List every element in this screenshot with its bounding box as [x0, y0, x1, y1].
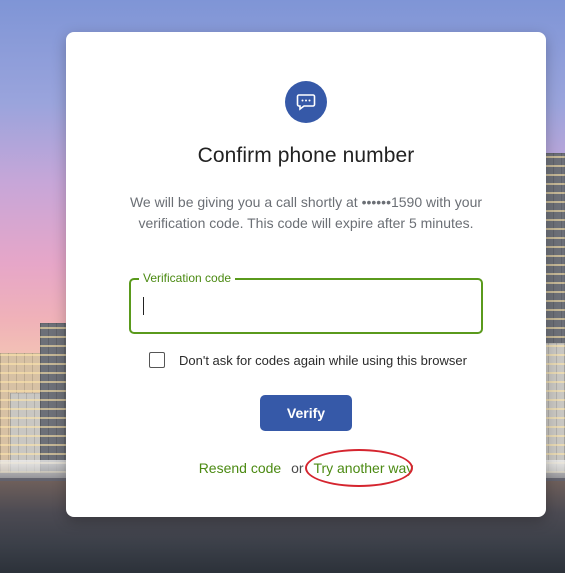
resend-code-link[interactable]: Resend code	[199, 460, 282, 476]
remember-browser-label: Don't ask for codes again while using th…	[179, 352, 467, 368]
or-separator: or	[291, 460, 304, 476]
message-bubble-icon	[285, 81, 327, 123]
try-another-way-link[interactable]: Try another way	[313, 460, 413, 476]
page-title: Confirm phone number	[197, 144, 415, 167]
instructions-text: We will be giving you a call shortly at …	[129, 194, 483, 231]
try-another-way-wrapper: Try another way	[305, 449, 414, 487]
verification-code-input[interactable]	[143, 293, 467, 321]
building	[40, 323, 66, 473]
alternate-actions: Resend code or Try another way	[66, 449, 546, 487]
text-cursor	[143, 297, 144, 315]
remember-browser-checkbox[interactable]	[149, 352, 165, 368]
verification-code-field[interactable]: Verification code	[129, 271, 483, 334]
confirm-phone-dialog: Confirm phone number We will be giving y…	[66, 32, 546, 517]
remember-browser-option[interactable]: Don't ask for codes again while using th…	[149, 352, 467, 368]
verification-code-label: Verification code	[139, 271, 236, 285]
verify-button[interactable]: Verify	[260, 395, 352, 431]
